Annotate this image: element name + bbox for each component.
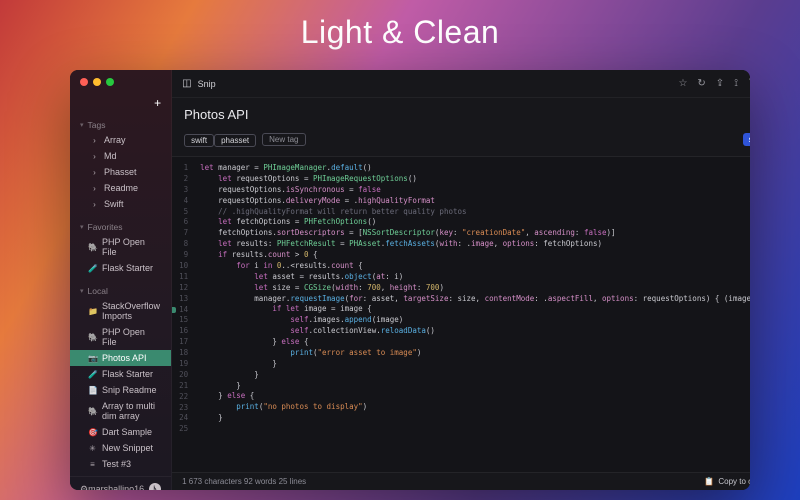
sidebar-section-label: Favorites [88, 222, 123, 232]
sidebar-tag-item[interactable]: › Array [70, 132, 171, 148]
maximize-window-button[interactable] [106, 78, 114, 86]
tag-chip[interactable]: swift [184, 134, 214, 147]
item-label: Flask Starter [102, 263, 153, 273]
file-type-icon: 📷 [88, 354, 97, 363]
main-pane: ◫ Snip ☆ ↻ ⇪ ⟟ 🗑 ⓘ swiftphasset New tag … [172, 70, 750, 490]
line-gutter: 1234567891011121314151617181920212223242… [172, 157, 192, 472]
chevron-right-icon: › [90, 184, 99, 193]
language-select[interactable]: swift [743, 133, 750, 146]
sidebar-local-item[interactable]: 📷 Photos API [70, 350, 171, 366]
sidebar-section-label: Local [88, 286, 108, 296]
sidebar-local-item[interactable]: 🧪 Flask Starter [70, 366, 171, 382]
chevron-right-icon: › [90, 168, 99, 177]
file-type-icon: 📁 [88, 307, 97, 316]
sidebar-toggle-icon[interactable]: ◫ [182, 78, 191, 89]
sidebar-footer: ⚙ marshallino16 ᚦ [70, 476, 171, 490]
item-label: StackOverflow Imports [102, 301, 161, 321]
tag-chip[interactable]: phasset [214, 134, 256, 147]
github-icon[interactable]: ᚦ [149, 483, 161, 490]
window-controls [70, 70, 171, 86]
chevron-right-icon: › [90, 200, 99, 209]
sidebar-section-label: Tags [88, 120, 106, 130]
app-name-label: Snip [198, 79, 216, 89]
file-type-icon: 🧪 [88, 264, 97, 273]
chevron-down-icon: ▾ [80, 121, 84, 129]
chevron-right-icon: › [90, 136, 99, 145]
sidebar-favorite-item[interactable]: 🧪 Flask Starter [70, 260, 171, 276]
sidebar: + ▾ Tags › Array › Md › Phasset › Readme › Swift ▾… [70, 70, 172, 490]
status-text: 1 673 characters 92 words 25 lines [182, 477, 306, 486]
copy-to-clipboard-button[interactable]: 📋 Copy to clipboard [704, 477, 750, 486]
tag-label: Readme [104, 183, 138, 193]
item-label: New Snippet [102, 443, 153, 453]
file-type-icon: 🧪 [88, 370, 97, 379]
settings-icon[interactable]: ⚙ [80, 484, 88, 491]
tag-label: Md [104, 151, 117, 161]
tag-label: Phasset [104, 167, 137, 177]
file-type-icon: 🐘 [88, 243, 97, 252]
file-type-icon: 🎯 [88, 428, 97, 437]
file-type-icon: 📄 [88, 386, 97, 395]
username-label: marshallino16 [88, 484, 144, 490]
item-label: Array to multi dim array [102, 401, 161, 421]
file-type-icon: ✳︎ [88, 444, 97, 453]
sidebar-local-item[interactable]: 📁 StackOverflow Imports [70, 298, 171, 324]
item-label: Photos API [102, 353, 147, 363]
close-window-button[interactable] [80, 78, 88, 86]
tags-row: swiftphasset New tag swift [172, 126, 750, 157]
clipboard-icon: 📋 [704, 477, 714, 486]
toolbar: ◫ Snip ☆ ↻ ⇪ ⟟ 🗑 ⓘ [172, 70, 750, 98]
hero-title: Light & Clean [301, 14, 500, 51]
share-icon[interactable]: ⇪ [716, 78, 724, 89]
item-label: Snip Readme [102, 385, 157, 395]
item-label: Dart Sample [102, 427, 152, 437]
sidebar-local-item[interactable]: 📄 Snip Readme [70, 382, 171, 398]
status-bar: 1 673 characters 92 words 25 lines 📋 Cop… [172, 472, 750, 490]
sidebar-local-item[interactable]: 🐘 Array to multi dim array [70, 398, 171, 424]
trash-icon[interactable]: 🗑 [748, 78, 750, 89]
sidebar-tag-item[interactable]: › Phasset [70, 164, 171, 180]
bookmark-icon[interactable]: ⟟ [734, 78, 738, 89]
chevron-right-icon: › [90, 152, 99, 161]
copy-label: Copy to clipboard [718, 477, 750, 486]
sidebar-local-section: ▾ Local 📁 StackOverflow Imports 🐘 PHP Open F… [70, 280, 171, 476]
sidebar-tags-section: ▾ Tags › Array › Md › Phasset › Readme › Swift [70, 114, 171, 216]
item-label: PHP Open File [102, 237, 161, 257]
chevron-down-icon: ▾ [80, 287, 84, 295]
code-editor[interactable]: 1234567891011121314151617181920212223242… [172, 157, 750, 472]
snippet-title-input[interactable] [184, 107, 750, 122]
sidebar-tag-item[interactable]: › Swift [70, 196, 171, 212]
tag-label: Array [104, 135, 126, 145]
file-type-icon: 🐘 [88, 333, 97, 342]
file-type-icon: ≡ [88, 460, 97, 469]
sidebar-local-item[interactable]: ≡ Test #3 [70, 456, 171, 472]
sidebar-favorite-item[interactable]: 🐘 PHP Open File [70, 234, 171, 260]
add-snippet-button[interactable]: + [154, 96, 161, 110]
item-label: Flask Starter [102, 369, 153, 379]
sync-icon[interactable]: ↻ [697, 78, 705, 89]
sidebar-local-item[interactable]: 🐘 PHP Open File [70, 324, 171, 350]
code-content[interactable]: let manager = PHImageManager.default() l… [192, 157, 750, 472]
item-label: Test #3 [102, 459, 131, 469]
new-tag-button[interactable]: New tag [262, 133, 305, 146]
favorite-icon[interactable]: ☆ [678, 78, 687, 89]
minimize-window-button[interactable] [93, 78, 101, 86]
sidebar-tag-item[interactable]: › Md [70, 148, 171, 164]
sidebar-favorites-section: ▾ Favorites 🐘 PHP Open File 🧪 Flask Starter [70, 216, 171, 280]
app-window: + ▾ Tags › Array › Md › Phasset › Readme › Swift ▾… [70, 70, 750, 490]
file-type-icon: 🐘 [88, 407, 97, 416]
item-label: PHP Open File [102, 327, 161, 347]
tag-label: Swift [104, 199, 124, 209]
sidebar-tag-item[interactable]: › Readme [70, 180, 171, 196]
sidebar-local-item[interactable]: 🎯 Dart Sample [70, 424, 171, 440]
sidebar-local-item[interactable]: ✳︎ New Snippet [70, 440, 171, 456]
chevron-down-icon: ▾ [80, 223, 84, 231]
